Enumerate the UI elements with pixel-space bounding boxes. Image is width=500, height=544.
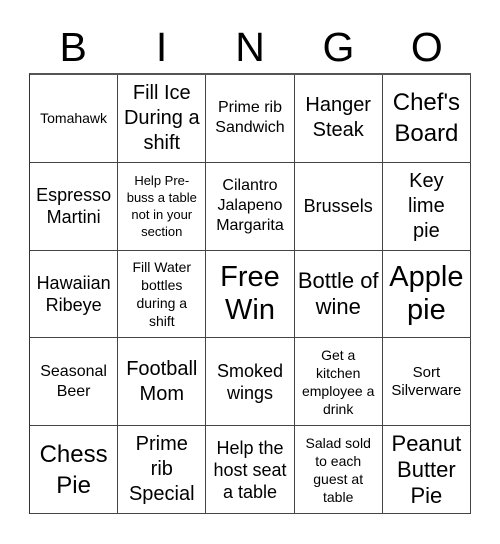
bingo-header: B I N G O <box>29 22 471 72</box>
cell-text: Key lime pie <box>408 169 445 242</box>
bingo-cell[interactable]: Seasonal Beer <box>30 338 119 427</box>
cell-text: Hawaiian Ribeye <box>36 272 111 315</box>
header-letter-g: G <box>322 24 355 70</box>
bingo-cell[interactable]: Peanut Butter Pie <box>382 426 471 514</box>
bingo-cell[interactable]: Fill Water bottles during a shift <box>118 250 207 339</box>
cell-text: Tomahawk <box>40 110 108 127</box>
cell-text: Prime rib Special <box>128 433 195 506</box>
cell-text: Smoked wings <box>216 360 283 403</box>
header-letter-o: O <box>410 24 443 70</box>
bingo-cell[interactable]: Football Mom <box>118 338 207 427</box>
bingo-cell[interactable]: Cilantro Jalapeno Margarita <box>206 162 295 251</box>
bingo-cell[interactable]: Sort Silverware <box>382 338 471 427</box>
cell-text: Apple pie <box>389 260 464 326</box>
bingo-cell[interactable]: Espresso Martini <box>30 162 119 251</box>
bingo-cell[interactable]: Help Pre-buss a table not in your sectio… <box>118 162 207 251</box>
cell-text: Fill Ice During a shift <box>123 81 200 154</box>
header-letter-b: B <box>59 24 87 70</box>
cell-text: Get a kitchen employee a drink <box>301 346 375 417</box>
bingo-card: Tomahawk Fill Ice During a shift Prime r… <box>29 73 471 514</box>
bingo-cell[interactable]: Prime rib Sandwich <box>206 75 295 163</box>
bingo-cell[interactable]: Help the host seat a table <box>206 426 295 514</box>
bingo-cell[interactable]: Hanger Steak <box>294 75 383 163</box>
bingo-cell[interactable]: Prime rib Special <box>118 426 207 514</box>
cell-text: Help the host seat a table <box>213 437 287 502</box>
bingo-cell[interactable]: Chess Pie <box>30 426 119 514</box>
bingo-cell[interactable]: Tomahawk <box>30 75 119 163</box>
cell-text: Espresso Martini <box>36 185 112 228</box>
cell-text: Free Win <box>220 260 280 326</box>
cell-text: Brussels <box>303 196 373 217</box>
cell-text: Hanger Steak <box>305 94 371 142</box>
cell-text: Cilantro Jalapeno Margarita <box>216 177 284 235</box>
bingo-cell[interactable]: Bottle of wine <box>294 250 383 339</box>
cell-text: Bottle of wine <box>297 267 379 319</box>
bingo-cell[interactable]: Fill Ice During a shift <box>118 75 207 163</box>
header-letter-n: N <box>235 24 265 70</box>
cell-text: Football Mom <box>126 357 198 405</box>
cell-text: Sort Silverware <box>391 363 462 399</box>
cell-text: Prime rib Sandwich <box>215 99 285 137</box>
cell-text: Help Pre-buss a table not in your sectio… <box>126 173 197 240</box>
bingo-cell[interactable]: Salad sold to each guest at table <box>294 426 383 514</box>
bingo-cell[interactable]: Smoked wings <box>206 338 295 427</box>
bingo-cell[interactable]: Free Win <box>206 250 295 339</box>
cell-text: Salad sold to each guest at table <box>305 434 371 505</box>
cell-text: Chef's Board <box>392 89 461 148</box>
cell-text: Fill Water bottles during a shift <box>132 258 192 329</box>
cell-text: Chess Pie <box>39 440 108 499</box>
header-letter-i: I <box>155 24 168 70</box>
bingo-cell[interactable]: Hawaiian Ribeye <box>30 250 119 339</box>
bingo-cell[interactable]: Chef's Board <box>382 75 471 163</box>
bingo-cell[interactable]: Apple pie <box>382 250 471 339</box>
bingo-cell[interactable]: Key lime pie <box>382 162 471 251</box>
cell-text: Peanut Butter Pie <box>391 430 462 508</box>
bingo-cell[interactable]: Get a kitchen employee a drink <box>294 338 383 427</box>
cell-text: Seasonal Beer <box>40 362 107 400</box>
bingo-cell[interactable]: Brussels <box>294 162 383 251</box>
